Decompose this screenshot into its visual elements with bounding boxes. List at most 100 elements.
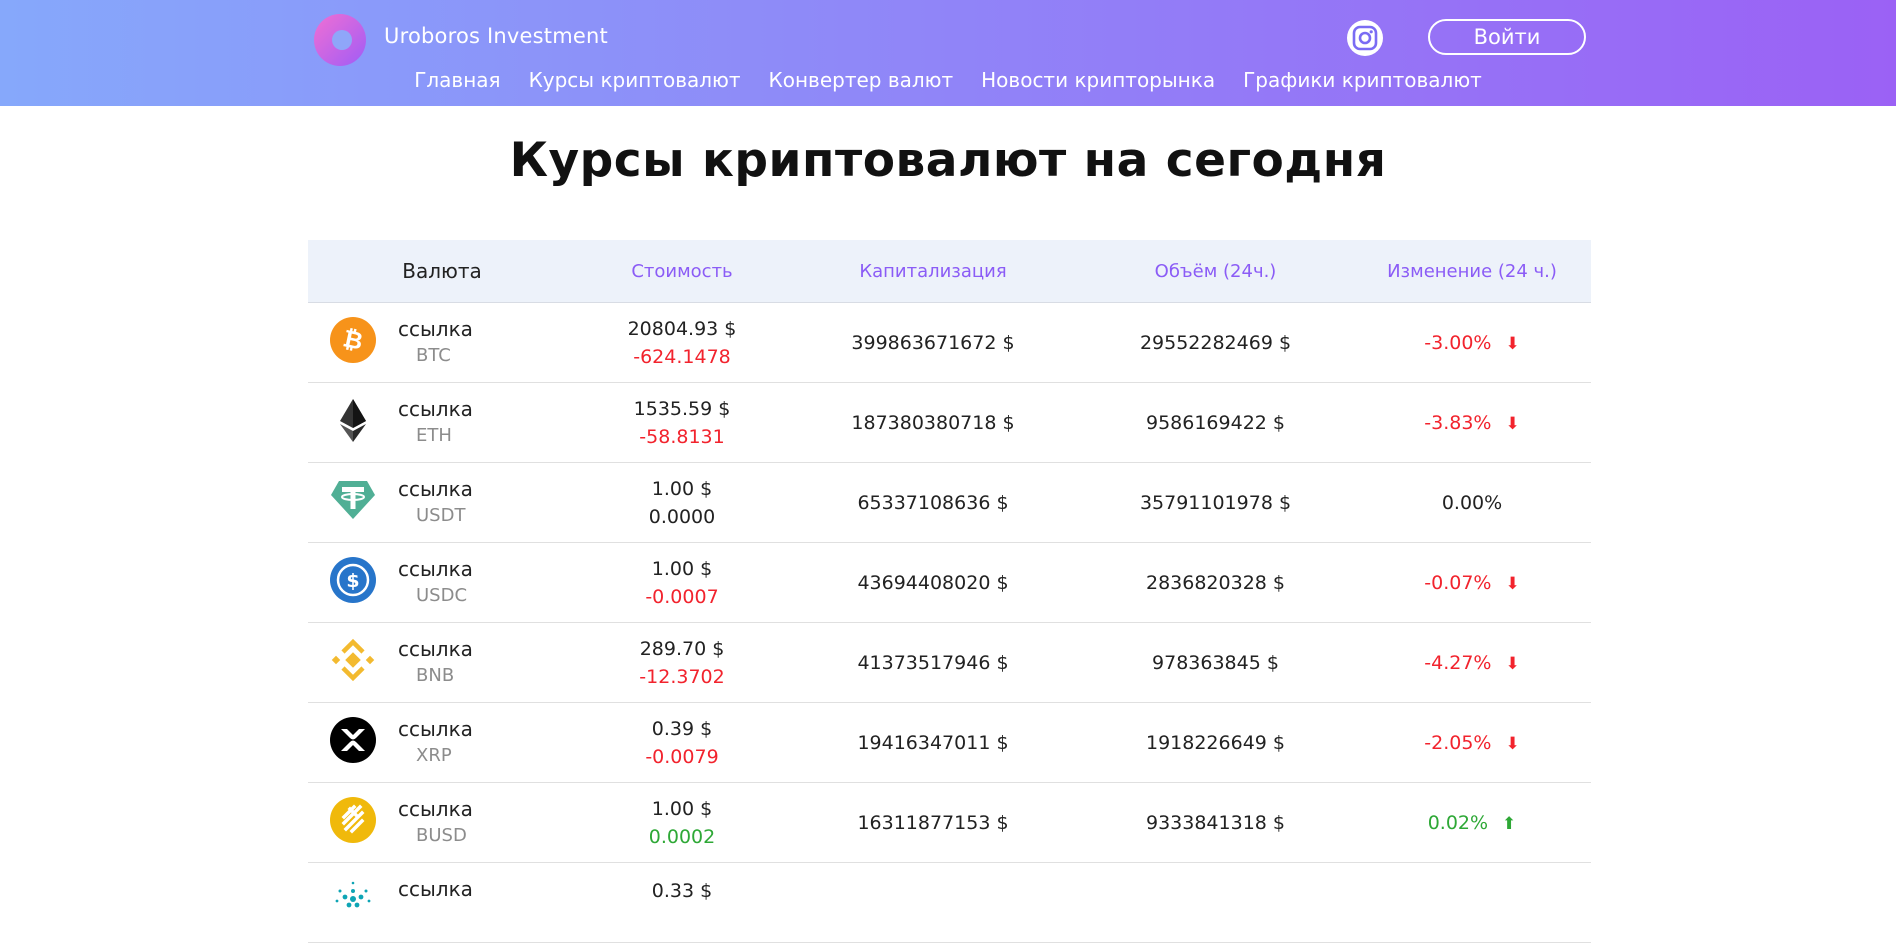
nav-item-rates[interactable]: Курсы криптовалют: [515, 68, 755, 92]
xrp-icon: [330, 717, 376, 763]
volume: 9586169422 $: [1145, 411, 1285, 434]
price-value: 1535.59 $: [633, 397, 731, 420]
coin-symbol: USDC: [416, 585, 468, 606]
coin-link[interactable]: ссылка: [398, 397, 473, 421]
price-cell: 289.70 $ -12.3702: [576, 635, 788, 691]
arrow-down-icon: ⬇: [1505, 733, 1520, 754]
coin-symbol: XRP: [416, 745, 452, 766]
nav-item-home[interactable]: Главная: [400, 68, 514, 92]
busd-icon: [330, 797, 376, 843]
change-percent: -3.00%: [1424, 331, 1492, 354]
change-cell: 0.00%: [1353, 492, 1591, 514]
price-value: 1.00 $: [651, 557, 713, 580]
arrow-down-icon: ⬇: [1505, 413, 1520, 434]
price-change: -12.3702: [639, 665, 725, 688]
change-cell: -0.07% ⬇: [1353, 572, 1591, 594]
coin-link[interactable]: ссылка: [398, 637, 473, 661]
market-cap: 16311877153 $: [857, 811, 1009, 834]
coin-symbol: BNB: [416, 665, 455, 686]
price-change: 0.0000: [648, 505, 716, 528]
uroboros-logo-icon[interactable]: [312, 10, 370, 68]
header-change[interactable]: Изменение (24 ч.): [1353, 261, 1591, 282]
coin-link[interactable]: ссылка: [398, 317, 473, 341]
table-row: ссылка BNB 289.70 $ -12.3702 41373517946…: [308, 623, 1591, 703]
main-nav: Главная Курсы криптовалют Конвертер валю…: [0, 68, 1896, 92]
change-percent: -4.27%: [1424, 651, 1492, 674]
instagram-icon[interactable]: [1347, 20, 1383, 56]
coin-symbol: ETH: [416, 425, 452, 446]
volume: 1918226649 $: [1145, 731, 1285, 754]
market-cap: 187380380718 $: [851, 411, 1015, 434]
bnb-icon: [331, 638, 375, 682]
coin-link[interactable]: ссылка: [398, 797, 473, 821]
svg-text:$: $: [346, 570, 359, 592]
price-change: -0.0079: [645, 745, 719, 768]
site-header: Uroboros Investment Войти Главная Курсы …: [0, 0, 1896, 106]
change-percent: 0.00%: [1441, 491, 1503, 514]
header-market-cap[interactable]: Капитализация: [788, 261, 1078, 282]
price-value: 0.33 $: [651, 880, 713, 902]
usdc-icon: $: [330, 557, 376, 603]
cardano-icon: [335, 881, 371, 908]
table-row: ссылка ETH 1535.59 $ -58.8131 1873803807…: [308, 383, 1591, 463]
price-change: 0.0002: [648, 825, 716, 848]
tether-icon: [331, 481, 375, 519]
login-button[interactable]: Войти: [1428, 19, 1586, 55]
market-cap: 65337108636 $: [857, 491, 1009, 514]
market-cap: 19416347011 $: [857, 731, 1009, 754]
volume: 9333841318 $: [1145, 811, 1285, 834]
coin-symbol: BTC: [416, 345, 451, 366]
bitcoin-icon: ₿: [330, 317, 376, 363]
arrow-up-icon: ⬆: [1502, 813, 1517, 834]
price-change: -0.0007: [645, 585, 719, 608]
price-value: 0.39 $: [651, 717, 713, 740]
volume: 29552282469 $: [1139, 331, 1292, 354]
price-cell: 1.00 $ 0.0000: [576, 475, 788, 531]
volume: 2836820328 $: [1145, 571, 1285, 594]
volume: 978363845 $: [1152, 651, 1279, 674]
coin-link[interactable]: ссылка: [398, 557, 473, 581]
price-cell: 20804.93 $ -624.1478: [576, 315, 788, 371]
price-cell: 1535.59 $ -58.8131: [576, 395, 788, 451]
change-percent: -3.83%: [1424, 411, 1492, 434]
price-cell: 1.00 $ 0.0002: [576, 795, 788, 851]
change-cell: -3.00% ⬇: [1353, 332, 1591, 354]
coin-link[interactable]: ссылка: [398, 877, 473, 901]
coin-symbol: BUSD: [416, 825, 467, 846]
price-value: 1.00 $: [651, 797, 713, 820]
change-cell: 0.02% ⬆: [1353, 812, 1591, 834]
brand-name[interactable]: Uroboros Investment: [384, 24, 608, 48]
market-cap: 399863671672 $: [851, 331, 1015, 354]
volume: 35791101978 $: [1139, 491, 1292, 514]
market-cap: 43694408020 $: [857, 571, 1009, 594]
nav-item-charts[interactable]: Графики криптовалют: [1229, 68, 1496, 92]
coin-link[interactable]: ссылка: [398, 477, 473, 501]
change-cell: -3.83% ⬇: [1353, 412, 1591, 434]
price-change: -624.1478: [633, 345, 731, 368]
coin-symbol: USDT: [416, 505, 466, 526]
price-cell: 1.00 $ -0.0007: [576, 555, 788, 611]
change-cell: -2.05% ⬇: [1353, 732, 1591, 754]
table-row: ссылка 0.33 $: [308, 863, 1591, 943]
change-cell: -4.27% ⬇: [1353, 652, 1591, 674]
header-price[interactable]: Стоимость: [576, 261, 788, 282]
price-cell: 0.33 $: [576, 863, 788, 905]
change-percent: 0.02%: [1427, 811, 1489, 834]
arrow-down-icon: ⬇: [1505, 653, 1520, 674]
crypto-rates-table: Валюта Стоимость Капитализация Объём (24…: [308, 240, 1591, 943]
table-row: ссылка XRP 0.39 $ -0.0079 19416347011 $ …: [308, 703, 1591, 783]
market-cap: 41373517946 $: [857, 651, 1009, 674]
table-row: $ ссылка USDC 1.00 $ -0.0007 43694408020…: [308, 543, 1591, 623]
table-header: Валюта Стоимость Капитализация Объём (24…: [308, 240, 1591, 303]
change-percent: -2.05%: [1424, 731, 1492, 754]
header-volume[interactable]: Объём (24ч.): [1078, 261, 1353, 282]
page-title: Курсы криптовалют на сегодня: [509, 133, 1387, 188]
header-currency: Валюта: [402, 259, 482, 283]
arrow-down-icon: ⬇: [1505, 573, 1520, 594]
change-percent: -0.07%: [1424, 571, 1492, 594]
nav-item-news[interactable]: Новости крипторынка: [967, 68, 1229, 92]
price-value: 20804.93 $: [627, 317, 737, 340]
coin-link[interactable]: ссылка: [398, 717, 473, 741]
ethereum-icon: [340, 399, 366, 442]
nav-item-converter[interactable]: Конвертер валют: [755, 68, 968, 92]
